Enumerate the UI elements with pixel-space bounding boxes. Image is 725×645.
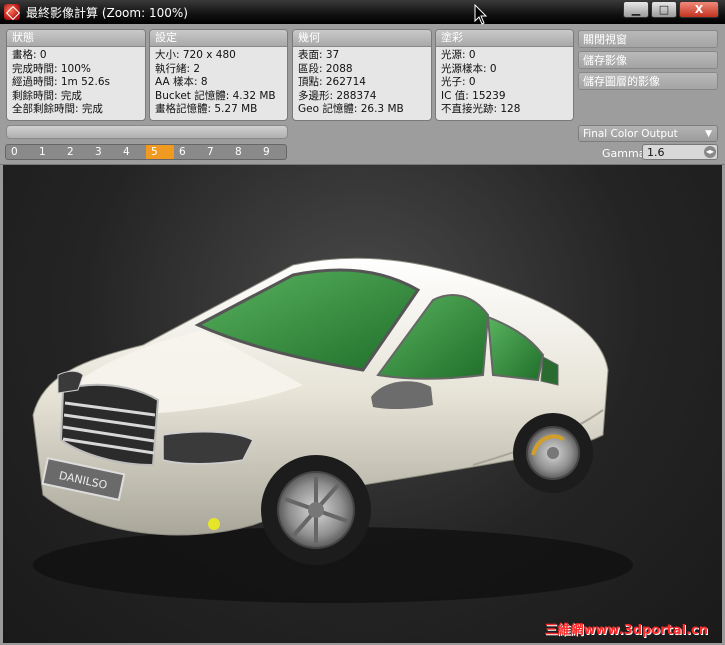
geometry-memory: Geo 記憶體: 26.3 MB — [298, 103, 404, 116]
maximize-button[interactable]: □ — [651, 1, 677, 18]
output-select[interactable]: Final Color Output ▼ — [578, 125, 718, 142]
frame-button-7[interactable]: 7 — [202, 145, 230, 159]
geometry-polygons: 多邊形: 288374 — [298, 89, 377, 102]
close-button[interactable]: X — [679, 1, 719, 18]
shading-panel: 塗彩 光源: 0 光源樣本: 0 光子: 0 IC 值: 15239 不直接光跡… — [435, 29, 574, 121]
status-complete: 完成時間: 100% — [12, 62, 91, 75]
save-image-button[interactable]: 儲存影像 — [578, 51, 718, 69]
frame-button-3[interactable]: 3 — [90, 145, 118, 159]
shading-lights: 光源: 0 — [441, 49, 476, 61]
watermark-text: 三維網www.3dportal.cn — [544, 623, 708, 638]
settings-frame-memory: 畫格記憶體: 5.27 MB — [155, 103, 258, 116]
title-bar[interactable]: 最終影像計算 (Zoom: 100%) ▁ □ X — [0, 0, 725, 24]
gamma-input[interactable]: 1.6 ◂▸ — [642, 144, 718, 160]
render-window: 最終影像計算 (Zoom: 100%) ▁ □ X 狀態 畫格: 0 完成時間:… — [0, 0, 725, 645]
minimize-button[interactable]: ▁ — [623, 1, 649, 18]
frame-button-6[interactable]: 6 — [174, 145, 202, 159]
frame-button-5[interactable]: 5 — [146, 145, 174, 159]
window-controls: ▁ □ X — [623, 1, 719, 18]
geometry-surfaces: 表面: 37 — [298, 49, 340, 61]
settings-bucket-memory: Bucket 記憶體: 4.32 MB — [155, 89, 276, 102]
settings-size: 大小: 720 x 480 — [155, 49, 236, 61]
gamma-value: 1.6 — [647, 146, 665, 159]
shading-panel-header: 塗彩 — [436, 30, 573, 47]
chevron-down-icon: ▼ — [705, 129, 712, 139]
render-viewport: DANILSO 三維網www.3dportal.cn — [3, 165, 722, 643]
close-window-button[interactable]: 關閉視窗 — [578, 30, 718, 48]
geometry-vertices: 頂點: 262714 — [298, 76, 366, 89]
status-elapsed: 經過時間: 1m 52.6s — [12, 76, 110, 89]
frame-selector: 0123456789 — [5, 144, 287, 160]
frame-button-9[interactable]: 9 — [258, 145, 286, 159]
status-total-remaining: 全部剩餘時間: 完成 — [12, 103, 103, 116]
geometry-segments: 區段: 2088 — [298, 62, 353, 75]
status-frame: 畫格: 0 — [12, 49, 47, 61]
spinner-icon[interactable]: ◂▸ — [704, 146, 716, 158]
rendered-car-image: DANILSO — [32, 257, 633, 603]
status-panel: 狀態 畫格: 0 完成時間: 100% 經過時間: 1m 52.6s 剩餘時間:… — [6, 29, 146, 121]
settings-panel-header: 設定 — [150, 30, 287, 47]
frame-button-1[interactable]: 1 — [34, 145, 62, 159]
shading-light-samples: 光源樣本: 0 — [441, 62, 497, 75]
geometry-panel-header: 幾何 — [293, 30, 431, 47]
window-title: 最終影像計算 (Zoom: 100%) — [26, 6, 188, 20]
frame-button-0[interactable]: 0 — [6, 145, 34, 159]
mouse-cursor-icon — [474, 4, 488, 25]
status-remaining: 剩餘時間: 完成 — [12, 89, 82, 102]
geometry-panel: 幾何 表面: 37 區段: 2088 頂點: 262714 多邊形: 28837… — [292, 29, 432, 121]
render-app-icon — [4, 4, 20, 20]
settings-aa-samples: AA 樣本: 8 — [155, 76, 208, 89]
frame-button-2[interactable]: 2 — [62, 145, 90, 159]
gamma-label: Gamma — [602, 147, 646, 160]
status-panel-header: 狀態 — [7, 30, 145, 47]
settings-threads: 執行緒: 2 — [155, 62, 201, 75]
stats-panel-area: 狀態 畫格: 0 完成時間: 100% 經過時間: 1m 52.6s 剩餘時間:… — [0, 24, 725, 165]
shading-ic-values: IC 值: 15239 — [441, 89, 506, 102]
save-layered-image-button[interactable]: 儲存圖層的影像 — [578, 72, 718, 90]
frame-button-8[interactable]: 8 — [230, 145, 258, 159]
settings-panel: 設定 大小: 720 x 480 執行緒: 2 AA 樣本: 8 Bucket … — [149, 29, 288, 121]
shading-indirect-rays: 不直接光跡: 128 — [441, 103, 521, 116]
output-select-value: Final Color Output — [583, 128, 678, 140]
frame-button-4[interactable]: 4 — [118, 145, 146, 159]
shading-photons: 光子: 0 — [441, 76, 476, 89]
render-progress-bar — [6, 125, 288, 139]
